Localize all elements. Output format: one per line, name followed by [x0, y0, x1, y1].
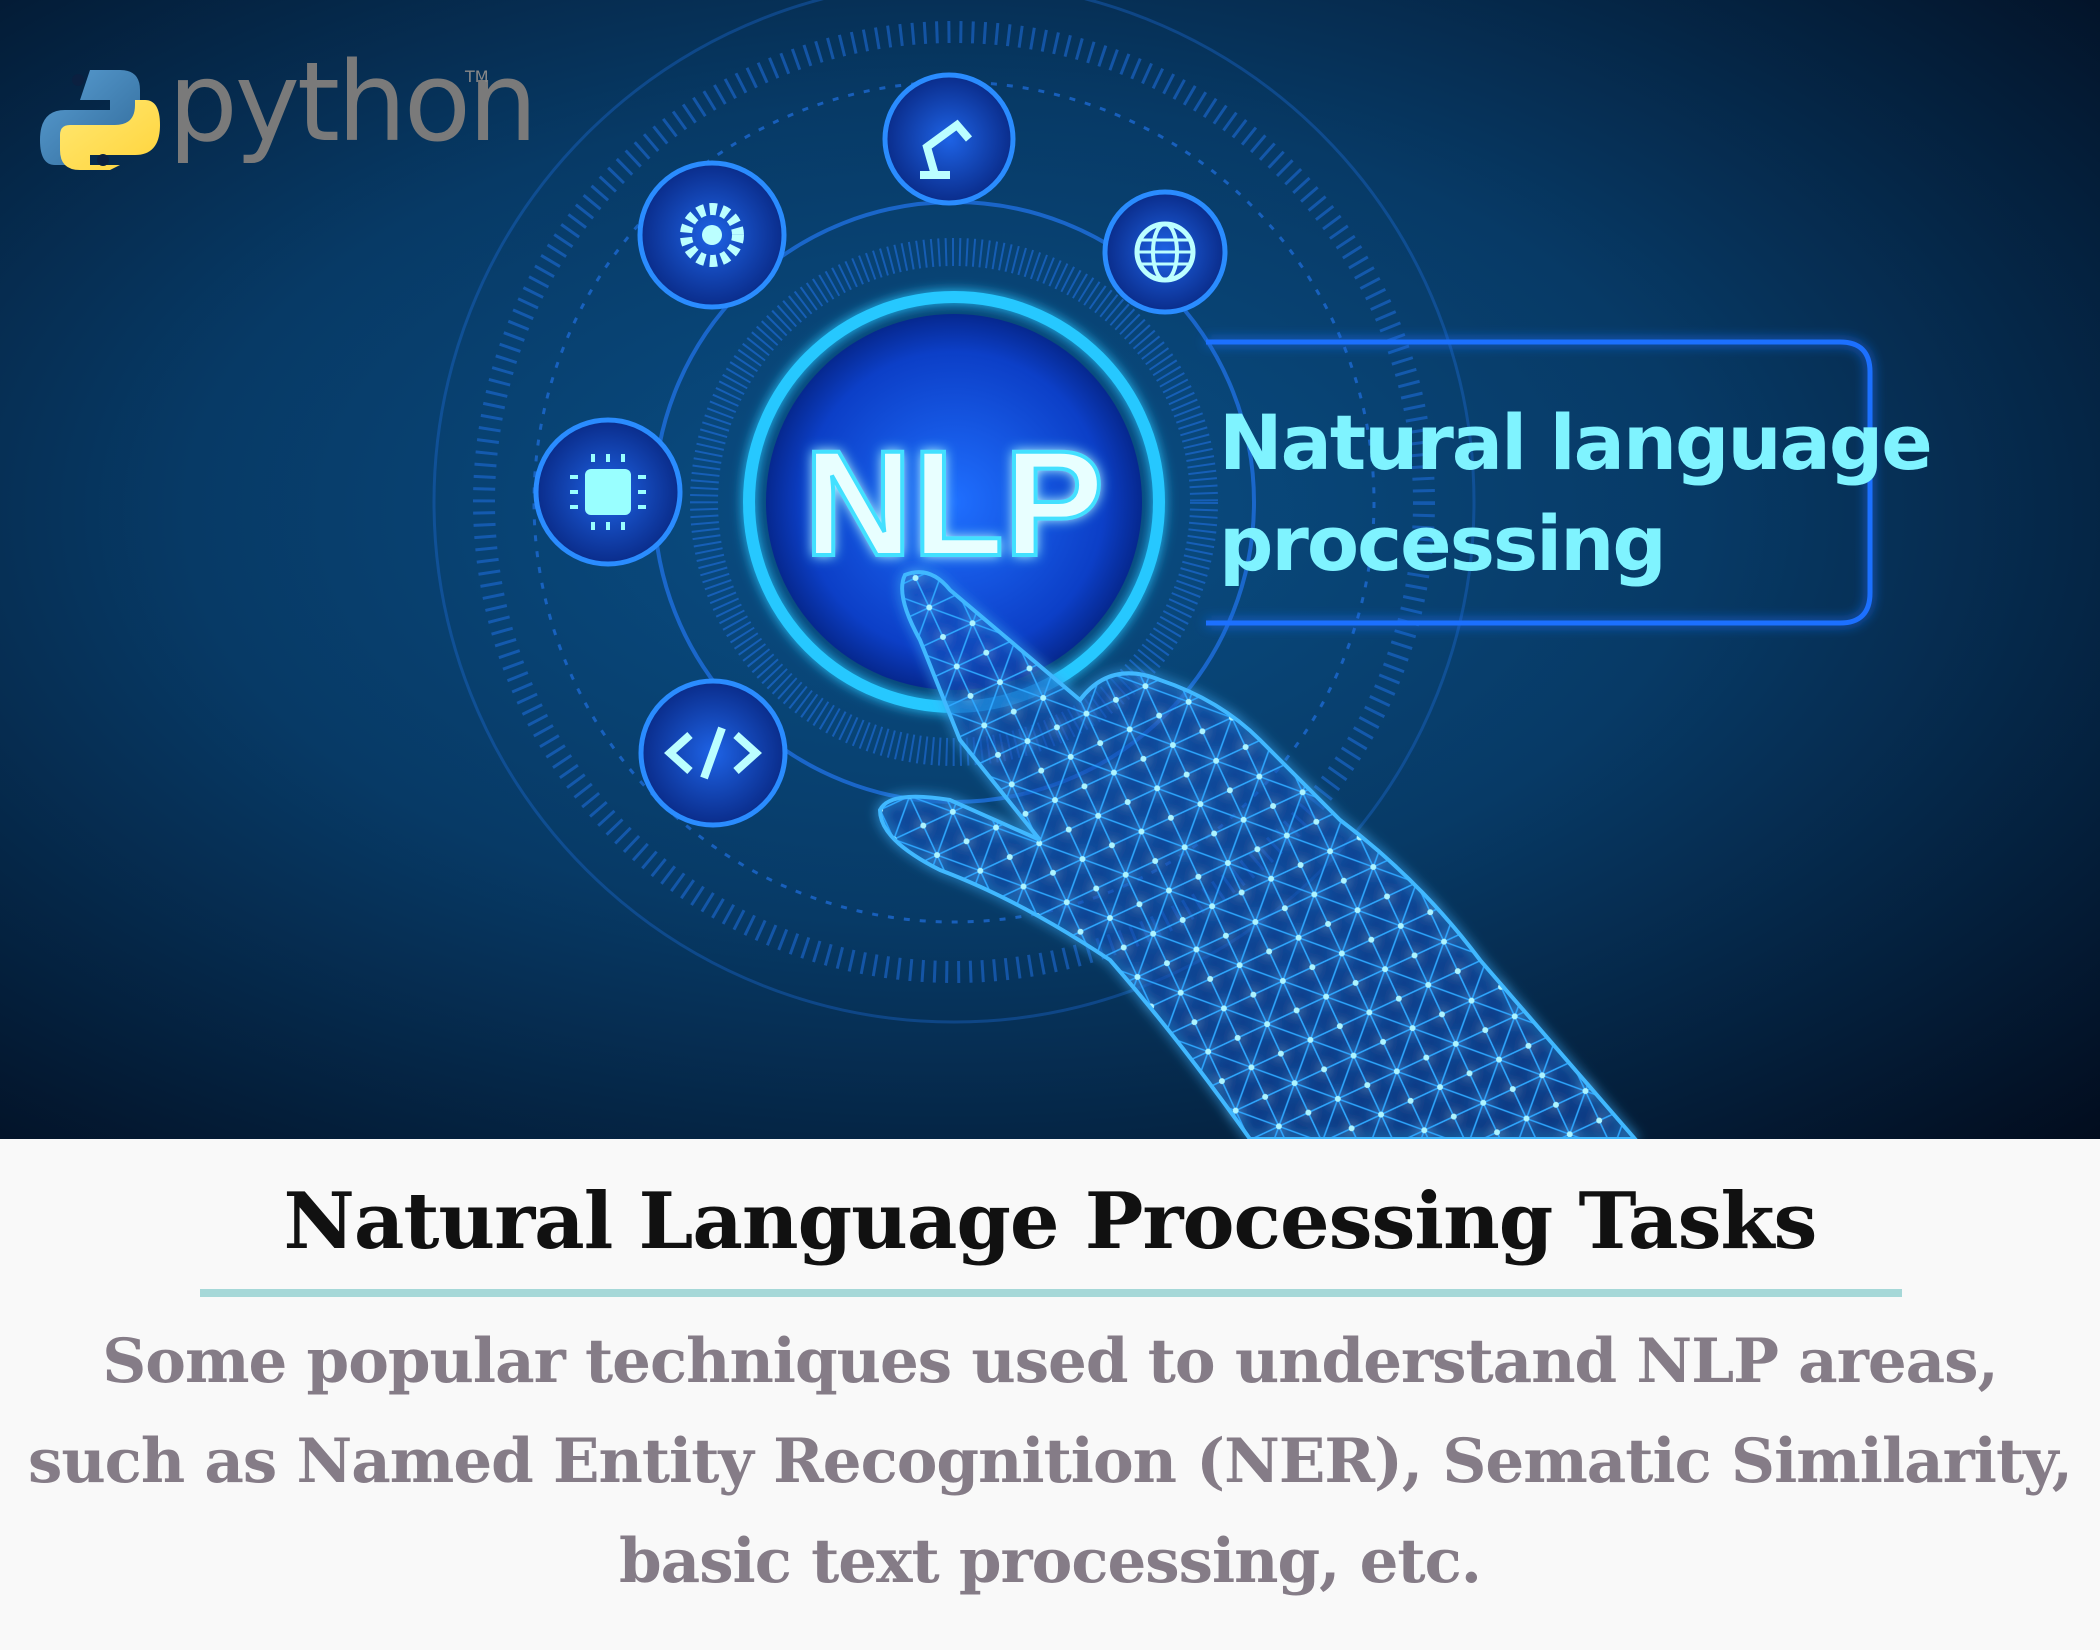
- chip-icon: [533, 417, 683, 567]
- code-icon: [638, 678, 788, 828]
- robot-arm-icon: [882, 72, 1016, 206]
- globe-icon: [1102, 189, 1228, 315]
- page-title: Natural Language Processing Tasks: [283, 1176, 1818, 1267]
- python-logo-text: python: [168, 38, 535, 166]
- gear-icon: [637, 160, 787, 310]
- description-text: Some popular techniques used to understa…: [27, 1326, 2073, 1597]
- label-line1: Natural language: [1219, 398, 1931, 487]
- label-line2: processing: [1219, 499, 1665, 588]
- nlp-badge-text: NLP: [804, 419, 1104, 587]
- python-logo-tm: TM: [464, 67, 489, 86]
- hero-banner: NLP Natural language processing python T…: [0, 0, 2100, 1139]
- title-underline: [200, 1289, 1902, 1297]
